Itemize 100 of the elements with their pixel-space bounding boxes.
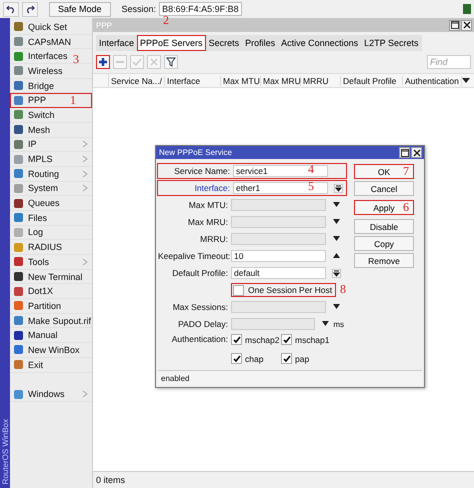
- sidebar-item[interactable]: IP: [10, 138, 92, 152]
- sidebar-item[interactable]: RADIUS: [10, 240, 92, 255]
- menu-icon: [13, 80, 24, 92]
- dialog-button[interactable]: Apply 6: [354, 200, 414, 215]
- checkbox[interactable]: [281, 353, 292, 364]
- maximize-icon[interactable]: [449, 20, 460, 30]
- unit-label: ms: [333, 320, 344, 328]
- add-button[interactable]: [96, 55, 110, 69]
- field-label: Max MTU:: [188, 200, 229, 210]
- sidebar-item[interactable]: Quick Set: [10, 20, 92, 35]
- sidebar-item[interactable]: Mesh: [10, 122, 92, 138]
- column-header[interactable]: Interface: [165, 76, 221, 86]
- field-label: MRRU:: [199, 234, 229, 244]
- dialog-button[interactable]: Remove: [354, 253, 414, 268]
- session-label: Session:: [122, 4, 156, 14]
- sidebar-item[interactable]: Bridge: [10, 78, 92, 94]
- menu-icon: [13, 65, 24, 76]
- column-header[interactable]: Authentication: [403, 76, 462, 86]
- checkbox[interactable]: [231, 334, 242, 345]
- plus-icon: [98, 57, 108, 67]
- sidebar-item[interactable]: Routing: [10, 166, 92, 182]
- annotation-number: 1: [70, 93, 76, 108]
- sidebar-item[interactable]: New Terminal: [10, 270, 92, 284]
- dialog-button[interactable]: OK 7: [354, 164, 414, 179]
- menu-icon: [13, 286, 24, 297]
- sidebar-item[interactable]: System: [10, 182, 92, 196]
- dropdown-icon[interactable]: [320, 321, 330, 327]
- dialog-button[interactable]: Copy: [354, 236, 414, 251]
- input-field[interactable]: [231, 318, 314, 330]
- sidebar-item[interactable]: Windows: [10, 388, 92, 402]
- sidebar-item[interactable]: Make Supout.rif: [10, 314, 92, 328]
- input-field[interactable]: [231, 301, 326, 313]
- input-field[interactable]: default: [231, 267, 326, 279]
- dropdown-icon[interactable]: [462, 78, 470, 84]
- menu-icon: [13, 198, 24, 209]
- dropdown-icon[interactable]: [332, 236, 341, 242]
- field-label[interactable]: Interface:: [160, 183, 233, 193]
- dropdown-icon[interactable]: [332, 219, 341, 225]
- menu-icon: [13, 271, 24, 282]
- filter-button[interactable]: [164, 55, 178, 69]
- field-label: Authentication:: [170, 334, 229, 344]
- input-field[interactable]: [231, 233, 326, 245]
- tab[interactable]: Profiles: [242, 35, 278, 51]
- field-label: Service Name:: [173, 166, 231, 176]
- menu-icon: [13, 359, 24, 370]
- input-field[interactable]: 10: [231, 250, 326, 262]
- sidebar-item[interactable]: New WinBox: [10, 343, 92, 358]
- close-icon[interactable]: [411, 147, 422, 158]
- checkbox-label: chap: [245, 354, 264, 364]
- tab[interactable]: Secrets: [206, 35, 242, 51]
- filter-icon: [166, 57, 176, 67]
- column-header[interactable]: Max MTU: [221, 76, 261, 86]
- sidebar-item[interactable]: Switch: [10, 108, 92, 123]
- maximize-icon[interactable]: [399, 147, 410, 158]
- dialog-button[interactable]: Cancel: [354, 181, 414, 196]
- input-field[interactable]: [231, 199, 326, 211]
- input-field[interactable]: [231, 216, 326, 228]
- sidebar-item[interactable]: Log: [10, 226, 92, 240]
- sidebar-item[interactable]: MPLS: [10, 152, 92, 167]
- checkbox-label: mschap1: [295, 334, 330, 344]
- checkbox-label: One Session Per Host: [248, 285, 332, 295]
- column-header[interactable]: Service Na.../: [109, 76, 165, 86]
- session-field[interactable]: B8:69:F4:A5:9F:B8: [159, 2, 242, 16]
- dropdown-icon[interactable]: [334, 184, 343, 192]
- menu-icon: [13, 182, 24, 194]
- find-field[interactable]: Find: [427, 55, 471, 69]
- dialog-button[interactable]: Disable: [354, 219, 414, 234]
- column-header[interactable]: Max MRU: [261, 76, 301, 86]
- menu-icon: [13, 50, 24, 62]
- sidebar-item[interactable]: Exit: [10, 358, 92, 372]
- checkbox[interactable]: [281, 334, 292, 345]
- close-icon[interactable]: [461, 20, 472, 30]
- sidebar-item[interactable]: Dot1X: [10, 284, 92, 300]
- sidebar-item[interactable]: CAPsMAN: [10, 34, 92, 50]
- dropdown-icon[interactable]: [332, 268, 341, 278]
- dialog-title: New PPPoE Service: [159, 148, 232, 157]
- collapse-icon[interactable]: [332, 253, 341, 259]
- safe-mode-button[interactable]: Safe Mode: [49, 2, 111, 16]
- sidebar-item[interactable]: Files: [10, 210, 92, 226]
- tab[interactable]: Active Connections: [278, 35, 362, 51]
- sidebar-item[interactable]: Partition: [10, 299, 92, 314]
- tab[interactable]: L2TP Secrets: [361, 35, 422, 51]
- sidebar-item[interactable]: Queues: [10, 196, 92, 211]
- menu-icon: [13, 154, 24, 165]
- sidebar-item[interactable]: PPP 1: [10, 93, 92, 108]
- checkbox[interactable]: [231, 353, 242, 364]
- dropdown-icon[interactable]: [332, 202, 341, 208]
- status-indicator: [463, 4, 471, 14]
- column-header[interactable]: MRRU: [301, 76, 341, 86]
- redo-icon[interactable]: [22, 2, 38, 16]
- sidebar-item[interactable]: Wireless: [10, 64, 92, 79]
- undo-icon[interactable]: [3, 2, 19, 16]
- dropdown-icon[interactable]: [332, 304, 341, 310]
- sidebar-item[interactable]: Tools: [10, 255, 92, 270]
- tab[interactable]: Interface: [96, 35, 138, 51]
- sidebar-item[interactable]: Manual: [10, 328, 92, 344]
- menu-icon: [13, 344, 24, 356]
- checkbox[interactable]: [233, 284, 244, 296]
- column-header[interactable]: Default Profile: [341, 76, 403, 86]
- field-label: PADO Delay:: [177, 319, 229, 329]
